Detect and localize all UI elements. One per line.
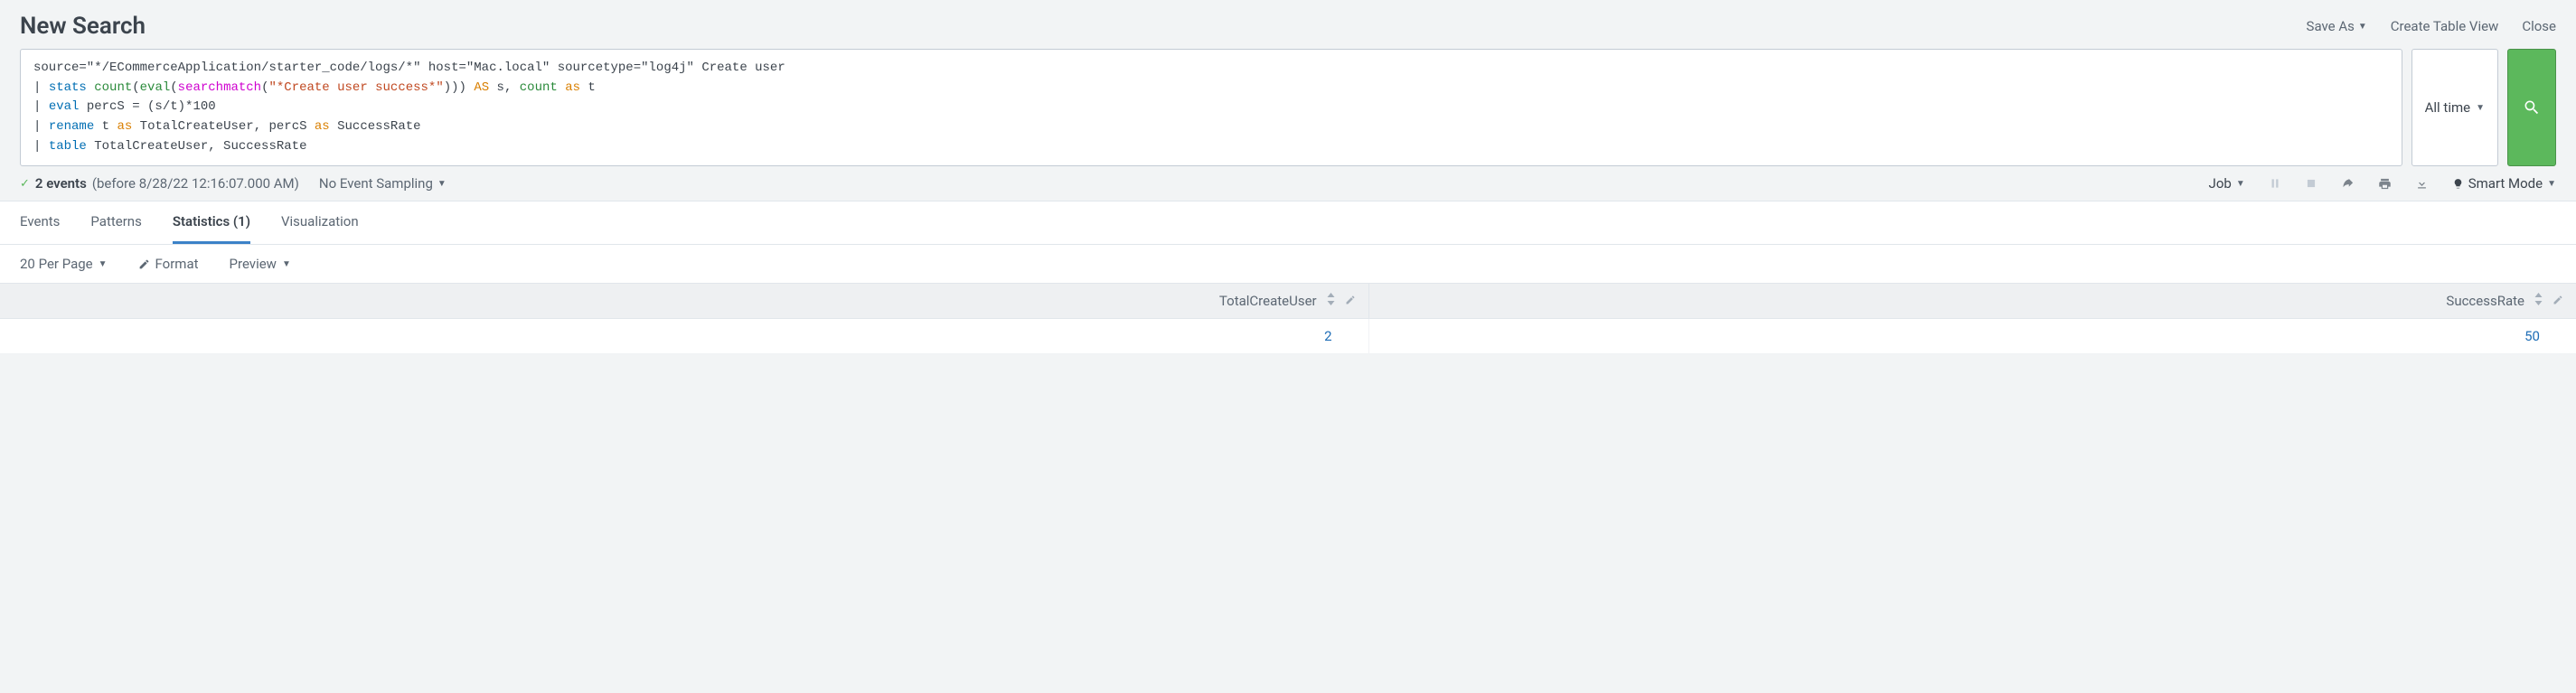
tok: count xyxy=(94,80,132,95)
column-label: TotalCreateUser xyxy=(1219,293,1317,309)
sampling-label: No Event Sampling xyxy=(319,175,433,192)
save-as-label: Save As xyxy=(2307,18,2355,34)
tab-visualization[interactable]: Visualization xyxy=(281,201,359,244)
column-header-totalcreateuser[interactable]: TotalCreateUser xyxy=(0,284,1368,319)
close-label: Close xyxy=(2522,18,2556,34)
tab-statistics[interactable]: Statistics (1) xyxy=(173,201,250,244)
tok: s, xyxy=(489,80,520,95)
header-actions: Save As ▼ Create Table View Close xyxy=(2307,18,2556,34)
tok: "*Create user success*" xyxy=(269,80,444,95)
share-icon xyxy=(2341,177,2355,191)
stop-icon xyxy=(2305,177,2317,190)
tok: searchmatch xyxy=(178,80,261,95)
chevron-down-icon: ▼ xyxy=(2476,103,2485,113)
page-header: New Search Save As ▼ Create Table View C… xyxy=(0,0,2576,49)
chevron-down-icon: ▼ xyxy=(2236,179,2245,189)
close-button[interactable]: Close xyxy=(2522,18,2556,34)
edit-column-button[interactable] xyxy=(1345,293,1356,309)
event-sampling-dropdown[interactable]: No Event Sampling ▼ xyxy=(319,175,447,192)
chevron-down-icon: ▼ xyxy=(2547,179,2556,189)
statistics-toolbar: 20 Per Page ▼ Format Preview ▼ xyxy=(0,245,2576,283)
column-header-successrate[interactable]: SuccessRate xyxy=(1368,284,2576,319)
tok: percS = (s/t)*100 xyxy=(79,99,215,114)
tok: t xyxy=(580,80,596,95)
tab-events[interactable]: Events xyxy=(20,201,60,244)
smart-mode-label: Smart Mode xyxy=(2468,175,2543,192)
job-controls: Job ▼ Smart Mode ▼ xyxy=(2209,175,2556,192)
chevron-down-icon: ▼ xyxy=(437,179,447,189)
pause-icon xyxy=(2269,177,2281,190)
format-button[interactable]: Format xyxy=(138,256,199,272)
tok: TotalCreateUser, SuccessRate xyxy=(87,139,307,154)
pause-button xyxy=(2269,177,2281,190)
results-table: TotalCreateUser SuccessRate xyxy=(0,283,2576,354)
tok: stats xyxy=(49,80,87,95)
print-icon xyxy=(2378,177,2392,191)
per-page-dropdown[interactable]: 20 Per Page ▼ xyxy=(20,256,108,272)
search-input[interactable]: source="*/ECommerceApplication/starter_c… xyxy=(20,49,2402,166)
download-icon xyxy=(2415,177,2429,191)
table-row[interactable]: 2 50 xyxy=(0,319,2576,354)
events-count: ✓ 2 events (before 8/28/22 12:16:07.000 … xyxy=(20,175,299,192)
status-bar: ✓ 2 events (before 8/28/22 12:16:07.000 … xyxy=(0,166,2576,201)
smart-mode-dropdown[interactable]: Smart Mode ▼ xyxy=(2452,175,2556,192)
page-title: New Search xyxy=(20,13,146,40)
tok: as xyxy=(565,80,580,95)
tok: TotalCreateUser, percS xyxy=(132,119,315,134)
search-button[interactable] xyxy=(2507,49,2556,166)
tab-patterns[interactable]: Patterns xyxy=(90,201,141,244)
stop-button xyxy=(2305,177,2317,190)
time-range-picker[interactable]: All time ▼ xyxy=(2411,49,2498,166)
job-label: Job xyxy=(2209,175,2232,192)
tok: SuccessRate xyxy=(330,119,421,134)
preview-dropdown[interactable]: Preview ▼ xyxy=(230,256,291,272)
job-dropdown[interactable]: Job ▼ xyxy=(2209,175,2245,192)
events-count-bold: 2 events xyxy=(35,175,87,192)
tok: AS xyxy=(474,80,489,95)
cell-successrate[interactable]: 50 xyxy=(1368,319,2576,354)
search-icon xyxy=(2523,98,2541,117)
tok: count xyxy=(520,80,558,95)
create-table-view-button[interactable]: Create Table View xyxy=(2391,18,2499,34)
result-tabs: Events Patterns Statistics (1) Visualiza… xyxy=(0,201,2576,245)
sort-icon[interactable] xyxy=(2534,293,2543,309)
print-button[interactable] xyxy=(2378,177,2392,191)
export-button[interactable] xyxy=(2415,177,2429,191)
events-suffix: (before 8/28/22 12:16:07.000 AM) xyxy=(92,175,299,192)
check-icon: ✓ xyxy=(20,177,30,191)
tok: rename xyxy=(49,119,94,134)
cell-totalcreateuser[interactable]: 2 xyxy=(0,319,1368,354)
lightbulb-icon xyxy=(2452,178,2464,190)
sort-icon[interactable] xyxy=(1326,293,1336,309)
preview-label: Preview xyxy=(230,256,277,272)
chevron-down-icon: ▼ xyxy=(282,259,291,269)
search-row: source="*/ECommerceApplication/starter_c… xyxy=(0,49,2576,166)
chevron-down-icon: ▼ xyxy=(2358,22,2367,32)
chevron-down-icon: ▼ xyxy=(99,259,108,269)
column-label: SuccessRate xyxy=(2446,293,2524,309)
tok: eval xyxy=(49,99,80,114)
tok: table xyxy=(49,139,87,154)
tok: t xyxy=(94,119,117,134)
tok: as xyxy=(315,119,330,134)
share-button[interactable] xyxy=(2341,177,2355,191)
tok: as xyxy=(117,119,132,134)
tok: eval xyxy=(140,80,171,95)
create-table-view-label: Create Table View xyxy=(2391,18,2499,34)
edit-column-button[interactable] xyxy=(2552,293,2563,309)
save-as-button[interactable]: Save As ▼ xyxy=(2307,18,2367,34)
query-line1: source="*/ECommerceApplication/starter_c… xyxy=(33,61,785,75)
per-page-label: 20 Per Page xyxy=(20,256,93,272)
pencil-icon xyxy=(138,258,150,270)
time-range-label: All time xyxy=(2425,99,2470,116)
format-label: Format xyxy=(155,256,199,272)
